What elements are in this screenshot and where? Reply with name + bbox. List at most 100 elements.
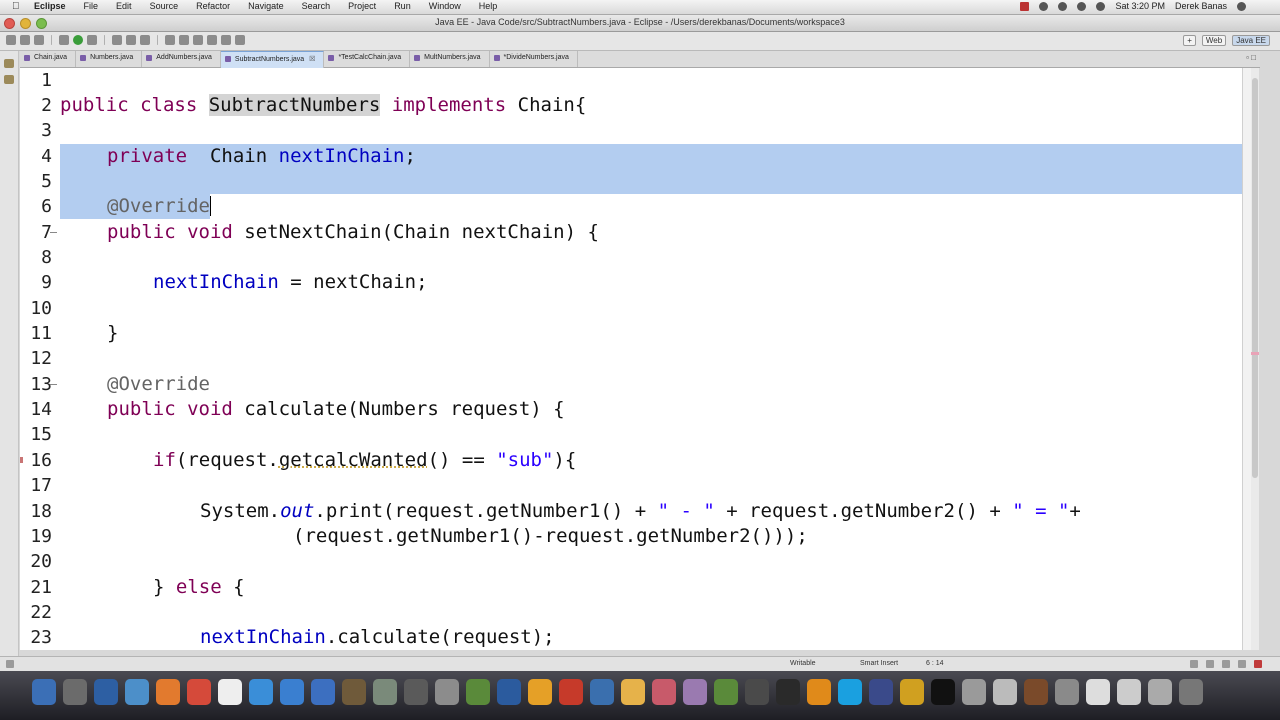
app-icon[interactable] — [745, 679, 769, 705]
app-icon[interactable] — [404, 679, 428, 705]
package-explorer-icon[interactable] — [4, 75, 14, 84]
wifi-icon[interactable] — [1058, 1, 1068, 11]
tab-multnumbers-java[interactable]: MultNumbers.java — [410, 51, 490, 67]
new-icon[interactable] — [6, 35, 16, 45]
app-icon[interactable] — [1117, 679, 1141, 705]
app-icon[interactable] — [94, 679, 118, 705]
new-class-icon[interactable] — [140, 35, 150, 45]
menu-project[interactable]: Project — [348, 1, 376, 11]
task-icon[interactable] — [1222, 660, 1230, 668]
toggle-mark-icon[interactable] — [193, 35, 203, 45]
trash-icon[interactable] — [1179, 679, 1203, 705]
illustrator-icon[interactable] — [528, 679, 552, 705]
menu-source[interactable]: Source — [150, 1, 179, 11]
photoshop-icon[interactable] — [497, 679, 521, 705]
app-icon[interactable] — [869, 679, 893, 705]
skype-icon[interactable] — [838, 679, 862, 705]
app-icon[interactable] — [1055, 679, 1079, 705]
menu-refactor[interactable]: Refactor — [196, 1, 230, 11]
tab-dividenumbers-java[interactable]: *DivideNumbers.java — [490, 51, 578, 67]
app-icon[interactable] — [466, 679, 490, 705]
spotlight-icon[interactable] — [1237, 1, 1246, 11]
finder-icon[interactable] — [32, 679, 56, 705]
chrome-icon[interactable] — [187, 679, 211, 705]
code-token: setNextChain(Chain nextChain) { — [244, 221, 599, 243]
menu-eclipse[interactable]: Eclipse — [34, 1, 66, 11]
menu-search[interactable]: Search — [302, 1, 331, 11]
app-icon[interactable] — [900, 679, 924, 705]
progress-icon[interactable] — [1190, 660, 1198, 668]
next-annotation-icon[interactable] — [207, 35, 217, 45]
error-icon[interactable] — [1254, 660, 1262, 668]
app-icon[interactable] — [1148, 679, 1172, 705]
sync-icon[interactable] — [1039, 1, 1049, 11]
new-package-icon[interactable] — [126, 35, 136, 45]
back-icon[interactable] — [221, 35, 231, 45]
open-type-icon[interactable] — [165, 35, 175, 45]
firefox-icon[interactable] — [156, 679, 180, 705]
app-icon[interactable] — [683, 679, 707, 705]
app-icon[interactable] — [435, 679, 459, 705]
new-java-project-icon[interactable] — [112, 35, 122, 45]
forward-icon[interactable] — [235, 35, 245, 45]
code-text: public class SubtractNumbers implements … — [60, 93, 586, 118]
heap-icon[interactable] — [1206, 660, 1214, 668]
error-overview-marker[interactable] — [1251, 352, 1259, 355]
tab-addnumbers-java[interactable]: AddNumbers.java — [142, 51, 221, 67]
tab-numbers-java[interactable]: Numbers.java — [76, 51, 143, 67]
app-icon[interactable] — [1086, 679, 1110, 705]
run-icon[interactable] — [73, 35, 83, 45]
app-icon[interactable] — [776, 679, 800, 705]
clock[interactable]: Sat 3:20 PM — [1115, 1, 1165, 11]
browser-icon[interactable] — [311, 679, 335, 705]
app-icon[interactable] — [1024, 679, 1048, 705]
itunes-icon[interactable] — [249, 679, 273, 705]
app-store-icon[interactable] — [280, 679, 304, 705]
calendar-icon[interactable] — [218, 679, 242, 705]
scrollbar-thumb[interactable] — [1252, 78, 1258, 478]
debug-icon[interactable] — [87, 35, 97, 45]
app-icon[interactable] — [373, 679, 397, 705]
vlc-icon[interactable] — [807, 679, 831, 705]
menu-edit[interactable]: Edit — [116, 1, 132, 11]
mission-control-icon[interactable] — [63, 679, 87, 705]
menu-file[interactable]: File — [84, 1, 99, 11]
record-icon[interactable] — [1020, 1, 1030, 11]
volume-icon[interactable] — [1077, 1, 1087, 11]
menu-navigate[interactable]: Navigate — [248, 1, 284, 11]
minecraft-icon[interactable] — [714, 679, 738, 705]
app-icon[interactable] — [993, 679, 1017, 705]
app-icon[interactable] — [621, 679, 645, 705]
menu-run[interactable]: Run — [394, 1, 411, 11]
minimize-maximize-icon[interactable]: ▫ □ — [1246, 53, 1256, 62]
problem-icon[interactable] — [1238, 660, 1246, 668]
settings-icon[interactable] — [59, 35, 69, 45]
app-icon[interactable] — [652, 679, 676, 705]
tab-chain-java[interactable]: Chain.java — [20, 51, 77, 67]
apple-icon[interactable]:  — [12, 1, 20, 12]
overview-ruler[interactable] — [1242, 68, 1251, 650]
app-icon[interactable] — [590, 679, 614, 705]
user-name[interactable]: Derek Banas — [1175, 1, 1227, 11]
terminal-icon[interactable] — [931, 679, 955, 705]
battery-icon[interactable] — [1096, 1, 1106, 11]
safari-icon[interactable] — [125, 679, 149, 705]
acrobat-icon[interactable] — [559, 679, 583, 705]
restore-icon[interactable] — [4, 59, 14, 68]
menu-help[interactable]: Help — [479, 1, 498, 11]
tab-subtractnumbers-java[interactable]: SubtractNumbers.java ☒ — [220, 51, 325, 68]
web-perspective-button[interactable]: Web — [1201, 35, 1227, 46]
close-tab-icon[interactable]: ☒ — [309, 56, 315, 63]
search-icon[interactable] — [179, 35, 189, 45]
menu-window[interactable]: Window — [429, 1, 461, 11]
code-editor[interactable]: 1 2 public class SubtractNumbers implemen… — [20, 68, 1242, 650]
java-ee-perspective-button[interactable]: Java EE — [1232, 35, 1270, 46]
print-icon[interactable] — [34, 35, 44, 45]
open-perspective-icon[interactable]: + — [1183, 35, 1196, 46]
save-icon[interactable] — [20, 35, 30, 45]
tab-testcalcchain-java[interactable]: *TestCalcChain.java — [324, 51, 411, 67]
fast-view-icon[interactable] — [6, 660, 14, 668]
calculator-icon[interactable] — [962, 679, 986, 705]
vertical-scrollbar[interactable] — [1251, 68, 1259, 650]
app-icon[interactable] — [342, 679, 366, 705]
